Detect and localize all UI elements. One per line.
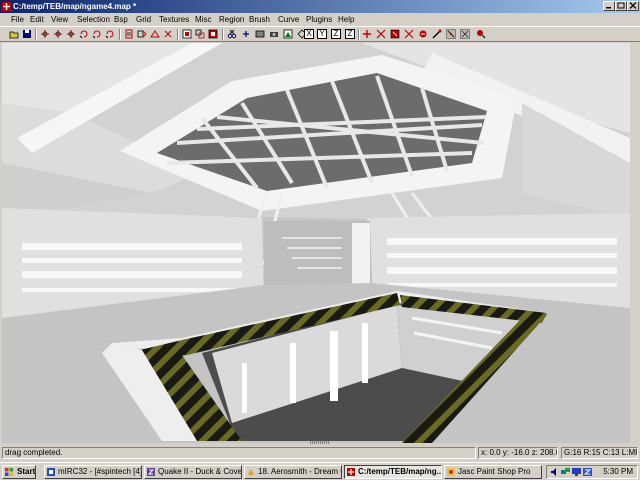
close-icon [629,2,637,9]
drag-mode-icon[interactable] [390,29,400,39]
network-icon[interactable] [561,468,570,476]
task-label: Jasc Paint Shop Pro [458,467,531,476]
texture-view-icon[interactable] [255,29,265,39]
status-coordinates: x: 0.0 y: -16.0 z: 208.0 [478,447,558,459]
show-patches-icon[interactable] [404,29,414,39]
task-label: C:/temp/TEB/map/ng... [358,467,442,476]
rotate-z-icon[interactable] [105,29,115,39]
system-tray: 5:30 PM [546,465,638,479]
menu-curve[interactable]: Curve [278,15,299,24]
menu-bar: File Edit View Selection Bsp Grid Textur… [0,13,640,26]
cubic-clip-icon[interactable] [418,29,428,39]
tray-app-icon[interactable] [583,468,592,476]
texture-lock-icon[interactable] [446,29,456,39]
viewport-scrollbar[interactable] [631,43,640,443]
menu-grid[interactable]: Grid [136,15,151,24]
axis-x-button[interactable]: X [304,29,314,39]
toolbar-separator [35,29,37,40]
taskbar: Start mIRC32 - [#spintech [4] ... Quake … [0,462,640,480]
task-label: mIRC32 - [#spintech [4] ... [58,467,142,476]
select-complete-icon[interactable] [124,29,134,39]
menu-bsp[interactable]: Bsp [114,15,128,24]
entity-icon[interactable] [283,29,293,39]
menu-misc[interactable]: Misc [195,15,211,24]
flip-z-icon[interactable] [66,29,76,39]
hollow-icon[interactable] [208,29,218,39]
rotate-free-icon[interactable] [362,29,372,39]
task-quake2[interactable]: Quake II - Duck & Cover ... [144,465,242,479]
menu-textures[interactable]: Textures [159,15,189,24]
radiant-task-icon [347,468,355,476]
splitter-grip[interactable] [310,441,330,444]
window-title: C:/temp/TEB/map/ngame4.map * [13,2,137,11]
task-winamp[interactable]: 18. Aerosmith - Dream O... [244,465,342,479]
paint-shop-icon [447,468,455,476]
status-bar: drag completed. x: 0.0 y: -16.0 z: 208.0… [0,445,640,461]
volume-icon[interactable] [550,468,559,476]
menu-selection[interactable]: Selection [77,15,110,24]
winamp-icon [248,469,254,475]
toolbar: X Y Z Z [0,26,640,42]
status-message: drag completed. [2,447,476,459]
camera-icon[interactable] [269,29,279,39]
task-mirc[interactable]: mIRC32 - [#spintech [4] ... [44,465,142,479]
toolbar-separator [222,29,224,40]
csg-merge-icon[interactable] [195,29,205,39]
task-label: Quake II - Duck & Cover ... [158,467,242,476]
flip-x-icon[interactable] [40,29,50,39]
map-3d-render [2,43,630,443]
filter-icon[interactable] [460,29,470,39]
csg-subtract-icon[interactable] [182,29,192,39]
select-partial-icon[interactable] [150,29,160,39]
open-icon[interactable] [9,29,19,39]
menu-help[interactable]: Help [338,15,354,24]
axis-z-button[interactable]: Z [331,29,341,39]
scale-free-icon[interactable] [376,29,386,39]
clock[interactable]: 5:30 PM [603,467,633,476]
title-bar: C:/temp/TEB/map/ngame4.map * [0,0,640,13]
toolbar-separator [119,29,121,40]
radiant-app-icon[interactable] [2,2,11,11]
quake-icon [147,468,155,476]
minimize-button[interactable] [603,1,615,11]
mirc-icon [47,468,55,476]
menu-brush[interactable]: Brush [249,15,270,24]
menu-edit[interactable]: Edit [30,15,44,24]
menu-region[interactable]: Region [219,15,244,24]
select-entity-icon[interactable] [476,29,486,39]
axis-y-button[interactable]: Y [317,29,327,39]
rotate-x-icon[interactable] [79,29,89,39]
maximize-button[interactable] [615,1,627,11]
toolbar-separator [358,29,360,40]
select-touching-icon[interactable] [137,29,147,39]
status-grid-info: G:16 R:15 C:13 L:MR [561,447,638,459]
patch-bend-icon[interactable] [432,29,442,39]
camera-viewport[interactable] [2,43,630,443]
select-inside-icon[interactable] [163,29,173,39]
task-radiant[interactable]: C:/temp/TEB/map/ng... [344,465,442,479]
axis-z-lock-button[interactable]: Z [345,29,355,39]
task-label: 18. Aerosmith - Dream O... [258,467,341,476]
display-icon[interactable] [572,468,581,476]
change-view-icon[interactable] [241,29,251,39]
flip-y-icon[interactable] [53,29,63,39]
clipper-icon[interactable] [227,29,237,39]
minimize-icon [606,7,611,9]
start-button[interactable]: Start [2,465,36,479]
task-paint-shop-pro[interactable]: Jasc Paint Shop Pro [444,465,542,479]
toolbar-separator [177,29,179,40]
menu-view[interactable]: View [51,15,68,24]
maximize-icon [617,2,625,9]
menu-file[interactable]: File [11,15,24,24]
menu-plugins[interactable]: Plugins [306,15,332,24]
start-label: Start [17,467,36,476]
save-icon[interactable] [22,29,32,39]
windows-logo-icon [5,468,13,476]
rotate-y-icon[interactable] [92,29,102,39]
close-button[interactable] [627,1,639,11]
